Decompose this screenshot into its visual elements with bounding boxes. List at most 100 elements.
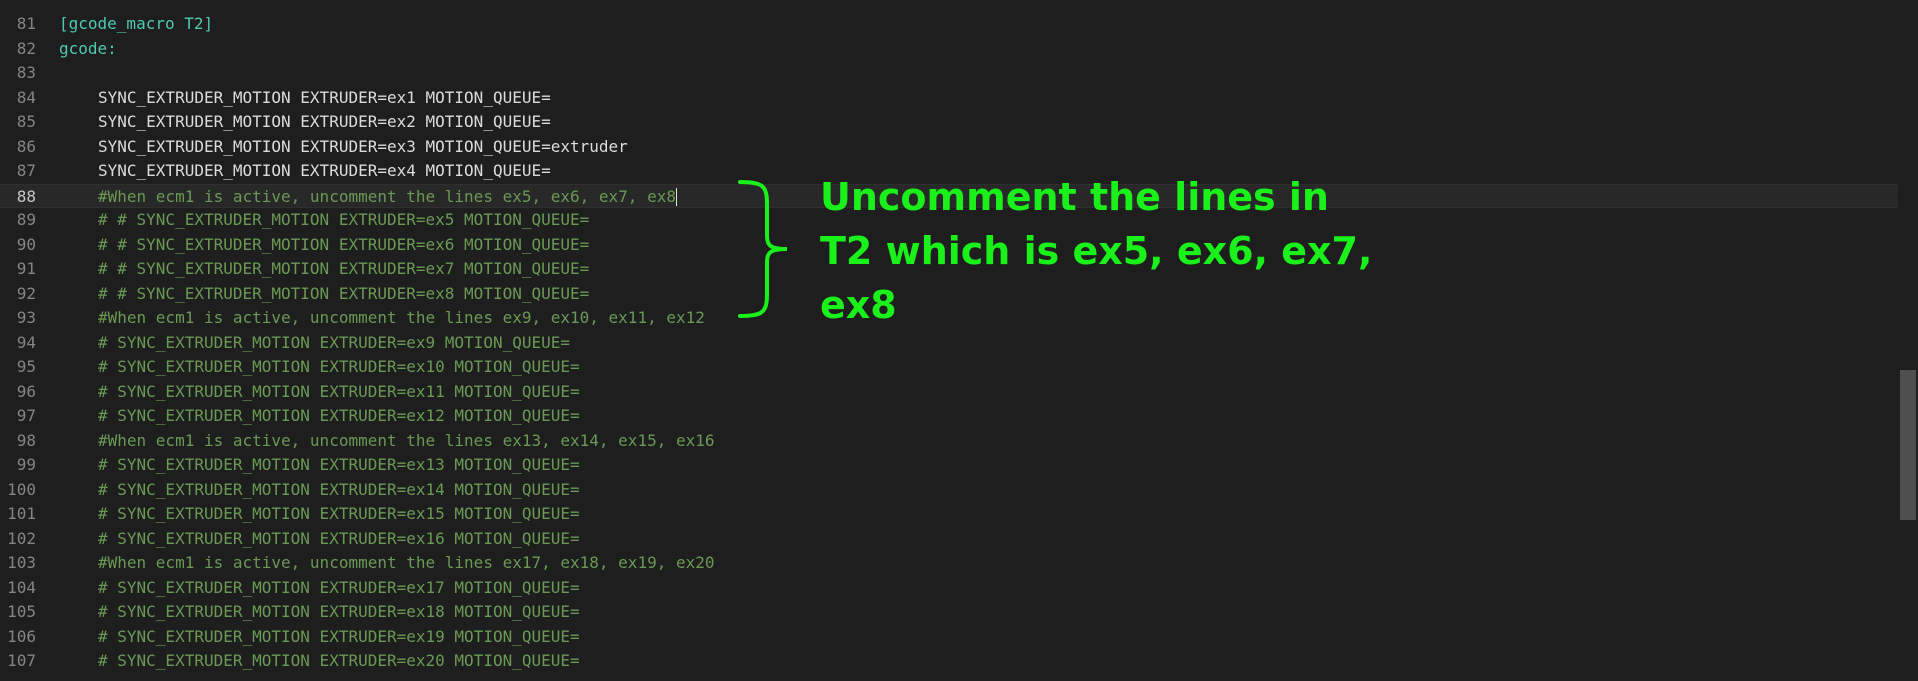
code-line[interactable]: 97 # SYNC_EXTRUDER_MOTION EXTRUDER=ex12 M…	[0, 404, 1898, 429]
code-line[interactable]: 105 # SYNC_EXTRUDER_MOTION EXTRUDER=ex18 …	[0, 600, 1898, 625]
code-line[interactable]: 106 # SYNC_EXTRUDER_MOTION EXTRUDER=ex19 …	[0, 625, 1898, 650]
vertical-scrollbar[interactable]	[1898, 0, 1918, 681]
code-token: #When ecm1 is active, uncomment the line…	[98, 186, 676, 206]
code-line[interactable]: 95 # SYNC_EXTRUDER_MOTION EXTRUDER=ex10 M…	[0, 355, 1898, 380]
code-line[interactable]: 99 # SYNC_EXTRUDER_MOTION EXTRUDER=ex13 M…	[0, 453, 1898, 478]
partial-line: 80	[0, 0, 1898, 5]
code-line[interactable]: 102 # SYNC_EXTRUDER_MOTION EXTRUDER=ex16 …	[0, 527, 1898, 552]
code-text: #When ecm1 is active, uncomment the line…	[59, 185, 677, 210]
code-token: # SYNC_EXTRUDER_MOTION EXTRUDER=ex15 MOT…	[98, 504, 580, 523]
code-text: # SYNC_EXTRUDER_MOTION EXTRUDER=ex12 MOT…	[59, 404, 580, 429]
line-number: 89	[16, 210, 36, 229]
line-number: 83	[16, 63, 36, 82]
code-line[interactable]: 81 [gcode_macro T2]	[0, 12, 1898, 37]
line-number: 91	[16, 259, 36, 278]
curly-brace-icon	[738, 180, 788, 318]
line-number: 81	[16, 14, 36, 33]
line-number: 105	[7, 602, 36, 621]
code-text: # # SYNC_EXTRUDER_MOTION EXTRUDER=ex8 MO…	[59, 282, 589, 307]
line-number: 95	[16, 357, 36, 376]
code-line[interactable]: 85 SYNC_EXTRUDER_MOTION EXTRUDER=ex2 MOTI…	[0, 110, 1898, 135]
code-line[interactable]: 107 # SYNC_EXTRUDER_MOTION EXTRUDER=ex20 …	[0, 649, 1898, 674]
code-line[interactable]: 86 SYNC_EXTRUDER_MOTION EXTRUDER=ex3 MOTI…	[0, 135, 1898, 160]
line-number: 85	[16, 112, 36, 131]
code-text: #When ecm1 is active, uncomment the line…	[59, 306, 705, 331]
code-text: # SYNC_EXTRUDER_MOTION EXTRUDER=ex11 MOT…	[59, 380, 580, 405]
code-text: # SYNC_EXTRUDER_MOTION EXTRUDER=ex18 MOT…	[59, 600, 580, 625]
code-text: SYNC_EXTRUDER_MOTION EXTRUDER=ex1 MOTION…	[59, 86, 551, 111]
code-token: SYNC_EXTRUDER_MOTION EXTRUDER=ex2 MOTION…	[98, 112, 551, 131]
code-token: # SYNC_EXTRUDER_MOTION EXTRUDER=ex19 MOT…	[98, 626, 580, 646]
code-token: # # SYNC_EXTRUDER_MOTION EXTRUDER=ex5 MO…	[98, 210, 590, 229]
line-number: 104	[7, 577, 36, 597]
code-token: # SYNC_EXTRUDER_MOTION EXTRUDER=ex16 MOT…	[98, 528, 580, 548]
code-text: [gcode_macro T2]	[59, 12, 213, 37]
code-text: # SYNC_EXTRUDER_MOTION EXTRUDER=ex17 MOT…	[59, 576, 580, 601]
code-token: SYNC_EXTRUDER_MOTION EXTRUDER=ex4 MOTION…	[98, 161, 551, 180]
code-token: gcode:	[59, 38, 117, 58]
annotation-text: Uncomment the lines in T2 which is ex5, …	[820, 175, 1373, 327]
code-line[interactable]: 94 # SYNC_EXTRUDER_MOTION EXTRUDER=ex9 MO…	[0, 331, 1898, 356]
code-line[interactable]: 101 # SYNC_EXTRUDER_MOTION EXTRUDER=ex15 …	[0, 502, 1898, 527]
code-token: # SYNC_EXTRUDER_MOTION EXTRUDER=ex18 MOT…	[98, 602, 580, 621]
line-number: 107	[7, 651, 36, 670]
code-text: #When ecm1 is active, uncomment the line…	[59, 551, 715, 576]
line-number: 88	[16, 186, 36, 206]
line-number: 93	[16, 308, 36, 327]
code-token: # SYNC_EXTRUDER_MOTION EXTRUDER=ex11 MOT…	[98, 381, 580, 401]
code-text: gcode:	[59, 37, 117, 62]
code-text: # SYNC_EXTRUDER_MOTION EXTRUDER=ex20 MOT…	[59, 649, 580, 674]
code-token: # # SYNC_EXTRUDER_MOTION EXTRUDER=ex7 MO…	[98, 259, 590, 278]
code-line[interactable]: 100 # SYNC_EXTRUDER_MOTION EXTRUDER=ex14 …	[0, 478, 1898, 503]
code-line[interactable]: 103 #When ecm1 is active, uncomment the l…	[0, 551, 1898, 576]
code-token: # SYNC_EXTRUDER_MOTION EXTRUDER=ex12 MOT…	[98, 406, 580, 425]
code-token: #When ecm1 is active, uncomment the line…	[98, 553, 715, 572]
code-token: # SYNC_EXTRUDER_MOTION EXTRUDER=ex20 MOT…	[98, 651, 580, 670]
code-token: # # SYNC_EXTRUDER_MOTION EXTRUDER=ex8 MO…	[98, 283, 590, 303]
line-number: 90	[16, 234, 36, 254]
line-number: 96	[16, 381, 36, 401]
line-number: 106	[7, 626, 36, 646]
line-number: 101	[7, 504, 36, 523]
code-token: #When ecm1 is active, uncomment the line…	[98, 308, 705, 327]
code-text: # SYNC_EXTRUDER_MOTION EXTRUDER=ex15 MOT…	[59, 502, 580, 527]
code-line[interactable]: 98 #When ecm1 is active, uncomment the li…	[0, 429, 1898, 454]
code-text: # SYNC_EXTRUDER_MOTION EXTRUDER=ex16 MOT…	[59, 527, 580, 552]
code-token: # SYNC_EXTRUDER_MOTION EXTRUDER=ex10 MOT…	[98, 357, 580, 376]
line-number: 103	[7, 553, 36, 572]
code-text: # SYNC_EXTRUDER_MOTION EXTRUDER=ex9 MOTI…	[59, 331, 570, 356]
code-text: # SYNC_EXTRUDER_MOTION EXTRUDER=ex13 MOT…	[59, 453, 580, 478]
code-text: SYNC_EXTRUDER_MOTION EXTRUDER=ex2 MOTION…	[59, 110, 551, 135]
code-token: # SYNC_EXTRUDER_MOTION EXTRUDER=ex13 MOT…	[98, 455, 580, 474]
scrollbar-thumb[interactable]	[1900, 370, 1916, 520]
text-cursor	[675, 188, 677, 206]
code-line[interactable]: 84 SYNC_EXTRUDER_MOTION EXTRUDER=ex1 MOTI…	[0, 86, 1898, 111]
code-token: SYNC_EXTRUDER_MOTION EXTRUDER=ex3 MOTION…	[98, 136, 628, 156]
line-number: 82	[16, 38, 36, 58]
code-editor[interactable]: 80 81 [gcode_macro T2] 82 gcode: 83 84 SYNC_EX…	[0, 0, 1918, 681]
line-number: 98	[16, 430, 36, 450]
line-number: 87	[16, 161, 36, 180]
line-number: 84	[16, 87, 36, 107]
code-token: # SYNC_EXTRUDER_MOTION EXTRUDER=ex17 MOT…	[98, 577, 580, 597]
code-text: #When ecm1 is active, uncomment the line…	[59, 429, 715, 454]
code-token: [gcode_macro T2]	[59, 14, 214, 33]
line-number: 86	[16, 136, 36, 156]
code-text: # # SYNC_EXTRUDER_MOTION EXTRUDER=ex5 MO…	[59, 208, 589, 233]
code-text: # SYNC_EXTRUDER_MOTION EXTRUDER=ex10 MOT…	[59, 355, 580, 380]
code-line[interactable]: 83	[0, 61, 1898, 86]
code-line[interactable]: 82 gcode:	[0, 37, 1898, 62]
code-text: SYNC_EXTRUDER_MOTION EXTRUDER=ex4 MOTION…	[59, 159, 551, 184]
code-line[interactable]: 104 # SYNC_EXTRUDER_MOTION EXTRUDER=ex17 …	[0, 576, 1898, 601]
line-number: 92	[16, 283, 36, 303]
line-number: 100	[7, 479, 36, 499]
code-text: # # SYNC_EXTRUDER_MOTION EXTRUDER=ex7 MO…	[59, 257, 589, 282]
code-token: SYNC_EXTRUDER_MOTION EXTRUDER=ex1 MOTION…	[98, 87, 551, 107]
line-number: 102	[7, 528, 36, 548]
line-number: 94	[16, 332, 36, 352]
code-text: SYNC_EXTRUDER_MOTION EXTRUDER=ex3 MOTION…	[59, 135, 628, 160]
code-token: # SYNC_EXTRUDER_MOTION EXTRUDER=ex14 MOT…	[98, 479, 580, 499]
code-text: # # SYNC_EXTRUDER_MOTION EXTRUDER=ex6 MO…	[59, 233, 589, 258]
code-line[interactable]: 96 # SYNC_EXTRUDER_MOTION EXTRUDER=ex11 M…	[0, 380, 1898, 405]
line-number: 80	[14, 0, 50, 3]
